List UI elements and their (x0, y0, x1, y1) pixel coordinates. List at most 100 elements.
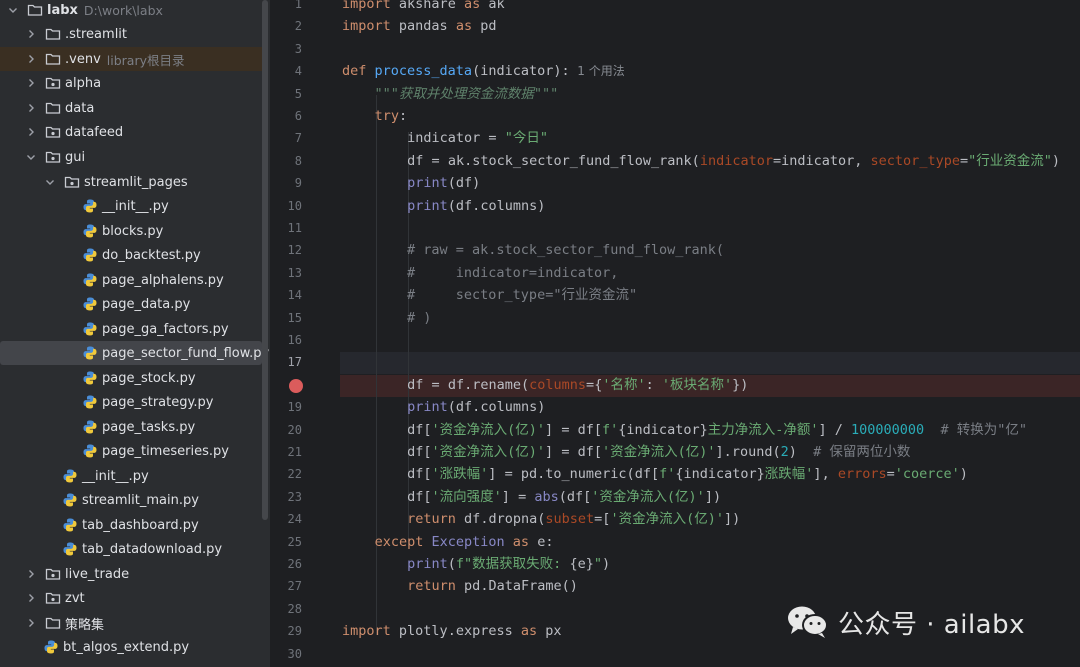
tree-item-datafeed-package[interactable]: datafeed (0, 120, 262, 144)
tree-item-streamlit-pages-package[interactable]: streamlit_pages (0, 170, 262, 194)
code-line[interactable]: try: (342, 105, 408, 127)
tree-item-file[interactable]: tab_dashboard.py (0, 513, 262, 537)
tree-item-file[interactable]: do_backtest.py (0, 243, 262, 267)
code-line[interactable]: # ) (342, 307, 431, 329)
python-file-icon (82, 443, 98, 459)
tree-item-venv-folder[interactable]: .venv library根目录 (0, 47, 262, 71)
code-line[interactable]: df['流向强度'] = abs(df['资金净流入(亿)']) (342, 486, 721, 508)
code-line[interactable]: df['涨跌幅'] = pd.to_numeric(df[f'{indicato… (342, 463, 968, 485)
python-file-icon (82, 223, 98, 239)
code-line[interactable]: # raw = ak.stock_sector_fund_flow_rank( (342, 239, 724, 261)
tree-item-label: page_strategy.py (102, 394, 214, 410)
current-line-highlight (340, 352, 1080, 375)
tree-item-label: streamlit_pages (84, 174, 188, 190)
project-tree: labx D:\work\labx .streamlit .venv libra… (0, 0, 270, 667)
code-line[interactable]: print(df.columns) (342, 396, 545, 418)
code-line[interactable]: print(df.columns) (342, 195, 545, 217)
code-line[interactable]: # sector_type="行业资金流" (342, 284, 637, 306)
code-line[interactable]: except Exception as e: (342, 531, 554, 553)
line-number: 13 (287, 265, 302, 280)
tree-item-file[interactable]: page_ga_factors.py (0, 317, 262, 341)
chevron-down-icon[interactable] (26, 152, 36, 162)
code-line[interactable]: return df.dropna(subset=['资金净流入(亿)']) (342, 508, 740, 530)
line-number: 19 (287, 400, 302, 415)
tree-item-strategies-folder[interactable]: 策略集 (0, 611, 262, 635)
code-line[interactable]: print(f"数据获取失败: {e}") (342, 553, 610, 575)
tree-item-live-trade-package[interactable]: live_trade (0, 562, 262, 586)
line-number-current: 17 (287, 355, 302, 370)
tree-scrollbar[interactable] (262, 0, 268, 520)
code-editor[interactable]: import akshare as ak import pandas as pd d… (340, 0, 1080, 667)
tree-item-file[interactable]: page_stock.py (0, 366, 262, 390)
tree-item-label: page_tasks.py (102, 419, 196, 435)
code-line[interactable]: df = df.rename(columns={'名称': '板块名称'}) (342, 374, 748, 396)
tree-item-file[interactable]: __init__.py (0, 194, 262, 218)
code-line[interactable]: import plotly.express as px (342, 620, 562, 642)
chevron-right-icon[interactable] (26, 103, 36, 113)
line-number: 8 (294, 153, 302, 168)
chevron-right-icon[interactable] (26, 569, 36, 579)
python-file-icon (82, 198, 98, 214)
tree-item-streamlit-folder[interactable]: .streamlit (0, 22, 262, 46)
editor-gutter[interactable]: 1 2 3 4 5 6 7 8 9 10 11 12 13 14 15 16 1… (270, 0, 340, 667)
tree-item-file-selected[interactable]: page_sector_fund_flow.py (0, 341, 269, 365)
tree-item-file[interactable]: bt_algos_extend.py (0, 635, 262, 659)
line-number: 24 (287, 512, 302, 527)
tree-item-label: blocks.py (102, 223, 164, 239)
folder-icon (27, 2, 43, 18)
tree-item-label: streamlit_main.py (82, 492, 199, 508)
python-file-icon (82, 419, 98, 435)
tree-item-label: gui (65, 149, 86, 165)
line-number: 26 (287, 557, 302, 571)
tree-item-label: tab_dashboard.py (82, 517, 199, 533)
chevron-down-icon[interactable] (8, 5, 18, 15)
chevron-right-icon[interactable] (26, 593, 36, 603)
code-line[interactable]: df['资金净流入(亿)'] = df['资金净流入(亿)'].round(2)… (342, 441, 910, 463)
code-line[interactable]: print(df) (342, 172, 480, 194)
tree-item-label: page_timeseries.py (102, 443, 229, 459)
tree-root[interactable]: labx D:\work\labx (0, 0, 262, 22)
chevron-right-icon[interactable] (26, 78, 36, 88)
tree-item-alpha-package[interactable]: alpha (0, 71, 262, 95)
code-line[interactable]: # indicator=indicator, (342, 262, 618, 284)
tree-item-file[interactable]: page_alphalens.py (0, 268, 262, 292)
chevron-right-icon[interactable] (26, 618, 36, 628)
package-icon (45, 566, 61, 582)
tree-item-file[interactable]: tab_datadownload.py (0, 537, 262, 561)
tree-item-data-folder[interactable]: data (0, 96, 262, 120)
tree-item-file[interactable]: page_strategy.py (0, 390, 262, 414)
tree-item-label: data (65, 100, 95, 116)
code-line[interactable]: indicator = "今日" (342, 127, 548, 149)
chevron-right-icon[interactable] (26, 29, 36, 39)
tree-item-gui-package[interactable]: gui (0, 145, 262, 169)
code-line[interactable]: import pandas as pd (342, 15, 497, 37)
breakpoint-icon[interactable] (289, 379, 303, 393)
tree-item-file[interactable]: streamlit_main.py (0, 488, 262, 512)
python-file-icon (82, 247, 98, 263)
python-file-icon (62, 468, 78, 484)
tree-item-file[interactable]: page_tasks.py (0, 415, 262, 439)
line-number: 21 (287, 445, 302, 459)
chevron-down-icon[interactable] (45, 177, 55, 187)
python-file-icon (62, 517, 78, 533)
tree-item-file[interactable]: __init__.py (0, 464, 262, 488)
code-line[interactable]: """获取并处理资金流数据""" (342, 83, 559, 105)
watermark: 公众号 · ailabx (786, 602, 1025, 642)
tree-item-zvt-package[interactable]: zvt (0, 586, 262, 610)
chevron-right-icon[interactable] (26, 127, 36, 137)
tree-item-file[interactable]: blocks.py (0, 219, 262, 243)
tree-item-file[interactable]: page_data.py (0, 292, 262, 316)
code-line[interactable]: df = ak.stock_sector_fund_flow_rank(indi… (342, 150, 1060, 172)
chevron-right-icon[interactable] (26, 54, 36, 64)
code-line[interactable]: df['资金净流入(亿)'] = df[f'{indicator}主力净流入-净… (342, 419, 1027, 441)
line-number: 25 (287, 534, 302, 549)
code-line[interactable]: def process_data(indicator): 1 个用法 (342, 60, 625, 82)
package-icon (45, 590, 61, 606)
python-file-icon (82, 296, 98, 312)
tree-item-label: do_backtest.py (102, 247, 201, 263)
line-number: 11 (287, 221, 302, 235)
tree-item-file[interactable]: page_timeseries.py (0, 439, 262, 463)
line-number: 4 (294, 64, 302, 79)
code-line[interactable]: import akshare as ak (342, 0, 505, 15)
code-line[interactable]: return pd.DataFrame() (342, 575, 578, 597)
